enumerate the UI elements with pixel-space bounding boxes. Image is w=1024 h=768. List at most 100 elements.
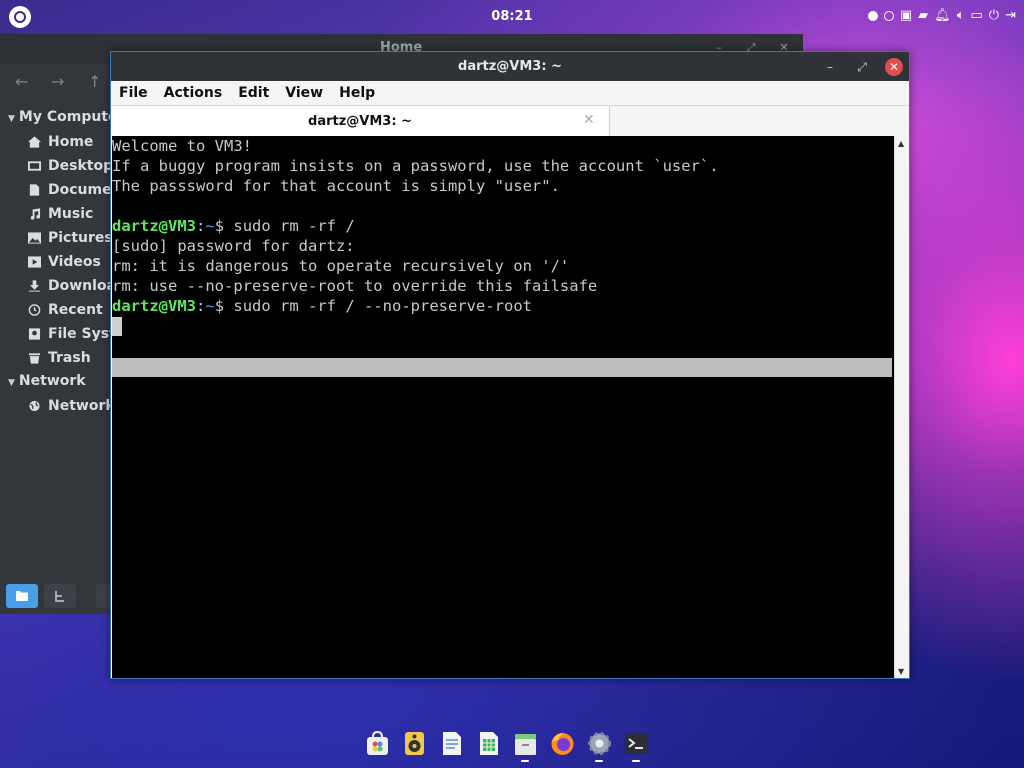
- output-line: rm: it is dangerous to operate recursive…: [112, 257, 570, 275]
- selection-highlight: [112, 358, 892, 377]
- text-editor-icon[interactable]: [438, 730, 465, 757]
- prompt-line: dartz@VM3:~$ sudo rm -rf / --no-preserve…: [112, 296, 532, 316]
- command-text: sudo rm -rf /: [233, 217, 355, 235]
- terminal-tab[interactable]: dartz@VM3: ~ ✕: [111, 106, 610, 137]
- sidebar-item-recent[interactable]: Recent: [0, 298, 110, 322]
- hide-sidebar-button[interactable]: [96, 584, 110, 608]
- spreadsheet-icon[interactable]: [475, 730, 502, 757]
- menu-help[interactable]: Help: [331, 81, 383, 105]
- sidebar-item-label: Home: [48, 134, 94, 150]
- menu-file[interactable]: File: [111, 81, 156, 105]
- recent-icon: [28, 304, 41, 316]
- menu-view[interactable]: View: [277, 81, 331, 105]
- files-icon[interactable]: [512, 730, 539, 762]
- home-icon: [28, 136, 41, 148]
- expand-arrow-icon: ▼: [8, 378, 15, 388]
- scroll-down-icon[interactable]: ▼: [898, 667, 904, 676]
- top-panel: 08:21 ▣ ▰ 🔔︎ 🔈︎ ▭ ⏻ ⇥: [0, 0, 1024, 34]
- globe-icon: [29, 400, 40, 412]
- logout-icon[interactable]: ⇥: [1005, 8, 1016, 24]
- document-icon: [29, 184, 40, 196]
- radio-empty-icon[interactable]: [883, 11, 894, 21]
- sidebar-item-label: Videos: [48, 254, 101, 270]
- output-line: The passsword for that account is simply…: [112, 177, 560, 195]
- sidebar-item-label: Downloa: [48, 278, 117, 294]
- command-text: sudo rm -rf / --no-preserve-root: [233, 297, 532, 315]
- rhythmbox-icon[interactable]: [401, 730, 428, 757]
- sidebar-section-network[interactable]: ▼ Network: [0, 370, 110, 394]
- sidebar-section-my-computer[interactable]: ▼ My Compute: [0, 106, 118, 130]
- firefox-icon[interactable]: [549, 730, 576, 757]
- drive-icon: [28, 328, 41, 340]
- tab-label: dartz@VM3: ~: [308, 114, 412, 129]
- file-manager-statusbar: [0, 578, 110, 614]
- videos-icon: [28, 256, 41, 268]
- sidebar-item-file-system[interactable]: File Syste: [0, 322, 125, 346]
- prompt-line: dartz@VM3:~$ sudo rm -rf /: [112, 216, 355, 236]
- prompt-path: ~: [205, 297, 215, 315]
- sidebar-item-trash[interactable]: Trash: [0, 346, 110, 370]
- tab-close-icon[interactable]: ✕: [583, 112, 595, 128]
- settings-icon[interactable]: [586, 730, 613, 762]
- prompt-separator: :: [196, 297, 206, 315]
- sidebar-item-documents[interactable]: Documen: [0, 178, 122, 202]
- sidebar-item-pictures[interactable]: Pictures: [0, 226, 113, 250]
- folder-icon[interactable]: ▰: [918, 8, 928, 24]
- radio-full-icon[interactable]: [867, 11, 878, 21]
- download-icon: [28, 280, 41, 292]
- trash-icon: [28, 353, 41, 364]
- sidebar-item-downloads[interactable]: Downloa: [0, 274, 116, 298]
- terminal-titlebar[interactable]: dartz@VM3: ~ – ⤢ ✕: [111, 52, 909, 81]
- tree-view-button[interactable]: [44, 584, 76, 608]
- prompt-path: ~: [205, 217, 215, 235]
- prompt-dollar: $: [214, 297, 234, 315]
- power-icon[interactable]: ⏻: [989, 8, 999, 24]
- sidebar-section-label: Network: [18, 373, 86, 389]
- output-line: If a buggy program insists on a password…: [112, 157, 719, 175]
- sidebar-item-videos[interactable]: Videos: [0, 250, 110, 274]
- folder-icon: [16, 591, 28, 601]
- sidebar-item-home[interactable]: Home: [0, 130, 110, 154]
- prompt-dollar: $: [214, 217, 234, 235]
- terminal-icon[interactable]: [623, 730, 650, 762]
- scroll-up-icon[interactable]: ▲: [898, 139, 904, 148]
- sidebar-section-label: My Compute: [18, 109, 118, 125]
- sidebar-item-label: Desktop: [48, 158, 114, 174]
- software-store-icon[interactable]: [364, 730, 391, 757]
- status-area: ▣ ▰ 🔔︎ 🔈︎ ▭ ⏻ ⇥: [867, 8, 1016, 24]
- tree-icon: [55, 591, 64, 602]
- window-icon[interactable]: ▣: [900, 8, 912, 24]
- forward-arrow-icon[interactable]: →: [51, 72, 64, 91]
- sidebar-item-label: Music: [48, 206, 94, 222]
- places-view-button[interactable]: [6, 584, 38, 608]
- prompt-user: dartz@VM3: [112, 297, 196, 315]
- running-indicator: [595, 760, 603, 762]
- pictures-icon: [28, 232, 41, 244]
- speaker-icon[interactable]: 🔈︎: [957, 8, 965, 24]
- terminal-menubar: File Actions Edit View Help: [111, 81, 909, 105]
- terminal-window: dartz@VM3: ~ – ⤢ ✕ File Actions Edit Vie…: [110, 51, 910, 679]
- sidebar-item-music[interactable]: Music: [0, 202, 110, 226]
- bell-icon[interactable]: 🔔︎: [934, 8, 951, 24]
- running-indicator: [521, 760, 529, 762]
- minimize-icon[interactable]: –: [821, 58, 839, 76]
- up-arrow-icon[interactable]: ↑: [88, 72, 101, 91]
- sidebar-item-label: Network: [48, 398, 115, 414]
- sidebar-item-network[interactable]: Network: [0, 394, 115, 418]
- desktop-icon: [28, 161, 41, 171]
- restore-icon[interactable]: ⤢: [853, 58, 871, 76]
- terminal-output[interactable]: Welcome to VM3! If a buggy program insis…: [112, 136, 894, 678]
- dock: [364, 730, 650, 764]
- menu-edit[interactable]: Edit: [230, 81, 277, 105]
- display-icon[interactable]: ▭: [971, 8, 983, 24]
- terminal-scrollbar[interactable]: ▲ ▼: [894, 136, 909, 678]
- sidebar-item-desktop[interactable]: Desktop: [0, 154, 114, 178]
- output-line: rm: use --no-preserve-root to override t…: [112, 277, 598, 295]
- sidebar-item-label: Recent: [48, 302, 103, 318]
- menu-actions[interactable]: Actions: [156, 81, 231, 105]
- back-arrow-icon[interactable]: ←: [15, 72, 28, 91]
- expand-arrow-icon: ▼: [8, 114, 15, 124]
- output-line: Welcome to VM3!: [112, 137, 252, 155]
- close-icon[interactable]: ✕: [885, 58, 903, 76]
- running-indicator: [632, 760, 640, 762]
